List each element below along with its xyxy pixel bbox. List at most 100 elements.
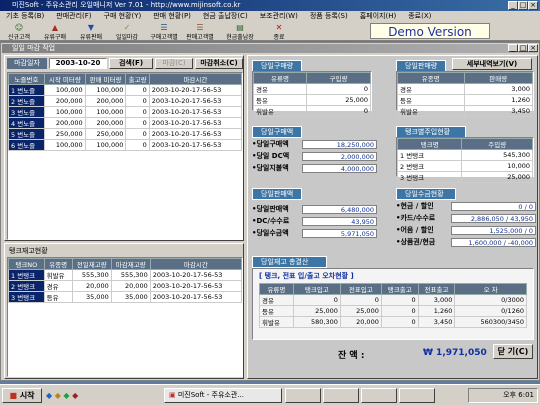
close-window-button[interactable]: ×	[528, 1, 538, 10]
column-header[interactable]: 출고량	[125, 73, 150, 85]
toolbar-button-7[interactable]: ✕ 종료	[262, 23, 296, 41]
minimize-button[interactable]: _	[508, 1, 518, 10]
tank-inflow-grid[interactable]: 탱크명 주입량 1 번탱크 545,300 2 번탱크 10,000 3 번탱크 25,000	[396, 137, 534, 183]
close-button[interactable]: 닫 기(C)	[493, 344, 533, 359]
nozzle-grid[interactable]: 노즐번호 시작 미터량 판매 미터량 출고량 마감시간 1 번노즐 100,000 100,0…	[7, 72, 243, 240]
detail-view-button[interactable]: 세부내역보기(V)	[452, 58, 532, 70]
quicklaunch-icon-3[interactable]: ◆	[63, 391, 69, 400]
column-header[interactable]: 전표출고	[417, 283, 456, 295]
toolbar-button-3[interactable]: ✓ 일일마감	[110, 23, 144, 41]
table-row[interactable]: 3 번탱크 등유 35,000 35,000 2003-10-20-17-56-53	[8, 291, 243, 303]
table-row[interactable]: 휘발유 580,300 20,000 0 3,450 560300/3450	[259, 316, 527, 328]
menu-item-6[interactable]: 정품 등록(S)	[304, 12, 354, 20]
table-row[interactable]: 3 번노즐 100,000 100,000 0 2003-10-20-17-56-53	[8, 106, 243, 118]
tank-stock-panel: 탱크재고현황 탱크NO 유종명 전일재고량 마감재고량 마감시간 1 번탱크 휘발유 555,…	[4, 243, 244, 379]
menu-item-8[interactable]: 종료(X)	[402, 12, 437, 20]
column-header[interactable]: 유종명	[397, 72, 465, 84]
column-header[interactable]: 주입량	[461, 138, 533, 150]
column-header[interactable]: 탱크출고	[380, 283, 419, 295]
column-header[interactable]: 판매량	[463, 72, 534, 84]
purchase-qty-grid[interactable]: 유류명 구입량 경유 0 등유 25,000 휘발유 0	[252, 71, 372, 117]
child-minimize-button[interactable]: _	[508, 44, 518, 52]
table-row[interactable]: 경유 0 0 0 3,000 0/3000	[259, 294, 527, 306]
menu-item-7[interactable]: 홈페이지(H)	[354, 12, 403, 20]
toolbar-button-5[interactable]: ☰ 판매고객별	[180, 23, 220, 41]
table-cell: 100,000	[44, 84, 86, 96]
table-row[interactable]: 1 번탱크 545,300	[396, 149, 533, 161]
toolbar-button-0[interactable]: ☺ 신규고객	[2, 23, 36, 41]
column-header[interactable]: 마감시간	[148, 73, 243, 85]
toolbar-button-6[interactable]: ▤ 현금출납장	[220, 23, 260, 41]
table-row[interactable]: 등유 25,000 25,000 0 1,260 0/1260	[259, 305, 527, 317]
tray-clock[interactable]: 오후 6:01	[503, 391, 534, 399]
tank-stock-grid[interactable]: 탱크NO 유종명 전일재고량 마감재고량 마감시간 1 번탱크 휘발유 555,300 555,…	[7, 257, 243, 377]
search-button[interactable]: 검색(F)	[109, 58, 153, 69]
summary-grid[interactable]: 유류명 탱크입고 전표입고 탱크출고 전표출고 오 차 경유 0 0 0 3,000 0/3000 등유…	[259, 283, 527, 328]
table-row[interactable]: 휘발유 3,450	[397, 105, 534, 117]
summary-item: •당일구매액 18,250,000	[252, 138, 377, 150]
maximize-button[interactable]: □	[518, 1, 528, 10]
table-row[interactable]: 경유 0	[253, 83, 372, 95]
column-header[interactable]: 전일재고량	[71, 258, 112, 270]
taskbar-item-3[interactable]	[323, 388, 359, 403]
table-row[interactable]: 등유 1,260	[397, 94, 534, 106]
header-row: 유류명 구입량	[253, 72, 372, 84]
taskbar-item-4[interactable]	[361, 388, 397, 403]
menu-item-1[interactable]: 판매관리(F)	[50, 12, 97, 20]
column-header[interactable]: 판매 미터량	[84, 73, 127, 85]
table-row[interactable]: 5 번노즐 250,000 250,000 0 2003-10-20-17-56-53	[8, 128, 243, 140]
taskbar-item-5[interactable]	[399, 388, 435, 403]
table-row[interactable]: 2 번노즐 200,000 200,000 0 2003-10-20-17-56-53	[8, 95, 243, 107]
cancel-close-button[interactable]: 마감취소(C)	[195, 58, 243, 69]
column-header[interactable]: 유류명	[253, 72, 307, 84]
table-row[interactable]: 1 번노즐 100,000 100,000 0 2003-10-20-17-56-53	[8, 84, 243, 96]
column-header[interactable]: 시작 미터량	[44, 73, 86, 85]
close-day-button[interactable]: 마감(C)	[155, 58, 193, 69]
child-maximize-button[interactable]: □	[518, 44, 528, 52]
taskbar-item-2[interactable]	[285, 388, 321, 403]
column-header[interactable]: 마감재고량	[110, 258, 151, 270]
taskbar-item-active[interactable]: ▣ 미진Soft - 주유소관...	[164, 388, 282, 403]
table-row[interactable]: 3 번탱크 25,000	[396, 171, 533, 183]
table-row[interactable]: 2 번탱크 경유 20,000 20,000 2003-10-20-17-56-53	[8, 280, 243, 292]
item-label: •당일지불액	[252, 164, 289, 172]
table-row[interactable]: 4 번노즐 200,000 200,000 0 2003-10-20-17-56-53	[8, 117, 243, 129]
item-label: •당일 DC액	[252, 152, 290, 160]
child-close-button[interactable]: ×	[528, 44, 538, 52]
column-header[interactable]: 구입량	[305, 72, 372, 84]
column-header[interactable]: 전표입고	[339, 283, 382, 295]
start-button[interactable]: ■ 시작	[2, 388, 42, 403]
menu-item-3[interactable]: 판매 현황(P)	[147, 12, 197, 20]
toolbar-button-1[interactable]: ▲ 유류구매	[38, 23, 72, 41]
column-header[interactable]: 노즐번호	[8, 73, 45, 85]
sales-qty-grid[interactable]: 유종명 판매량 경유 3,000 등유 1,260 휘발유 3,450	[396, 71, 534, 117]
column-header[interactable]: 탱크NO	[8, 258, 45, 270]
table-row[interactable]: 1 번탱크 휘발유 555,300 555,300 2003-10-20-17-56-5…	[8, 269, 243, 281]
quicklaunch-icon-2[interactable]: ◆	[55, 391, 61, 400]
column-header[interactable]: 오 차	[454, 283, 527, 295]
window-titlebar[interactable]: 미진Soft - 주유소관리 오일매니저 Ver 7.01 - http://w…	[0, 0, 540, 11]
date-input[interactable]: 2003-10-20	[49, 58, 107, 69]
summary-item: •당일 DC액 2,000,000	[252, 150, 377, 162]
system-tray: 오후 6:01	[468, 388, 538, 403]
item-value: 6,480,000	[302, 204, 377, 214]
column-header[interactable]: 유종명	[43, 258, 73, 270]
column-header[interactable]: 유류명	[259, 283, 294, 295]
table-row[interactable]: 경유 3,000	[397, 83, 534, 95]
table-cell: 20,000	[71, 280, 112, 292]
table-row[interactable]: 휘발유 0	[253, 105, 372, 117]
table-row[interactable]: 등유 25,000	[253, 94, 372, 106]
table-row[interactable]: 2 번탱크 10,000	[396, 160, 533, 172]
column-header[interactable]: 마감시간	[149, 258, 243, 270]
column-header[interactable]: 탱크명	[396, 138, 463, 150]
menu-item-2[interactable]: 구매 현황(Y)	[98, 12, 148, 20]
menu-item-0[interactable]: 기초 등록(B)	[0, 12, 50, 20]
toolbar-button-4[interactable]: ☰ 구매고객별	[144, 23, 184, 41]
toolbar-button-2[interactable]: ▼ 유류판매	[74, 23, 108, 41]
quicklaunch-icon-4[interactable]: ◆	[72, 391, 78, 400]
table-row[interactable]: 6 번노즐 100,000 100,000 0 2003-10-20-17-56-53	[8, 139, 243, 151]
menu-item-4[interactable]: 현금 출납장(C)	[197, 12, 254, 20]
menu-item-5[interactable]: 보조관리(W)	[254, 12, 304, 20]
column-header[interactable]: 탱크입고	[292, 283, 341, 295]
quicklaunch-icon-1[interactable]: ◆	[46, 391, 52, 400]
